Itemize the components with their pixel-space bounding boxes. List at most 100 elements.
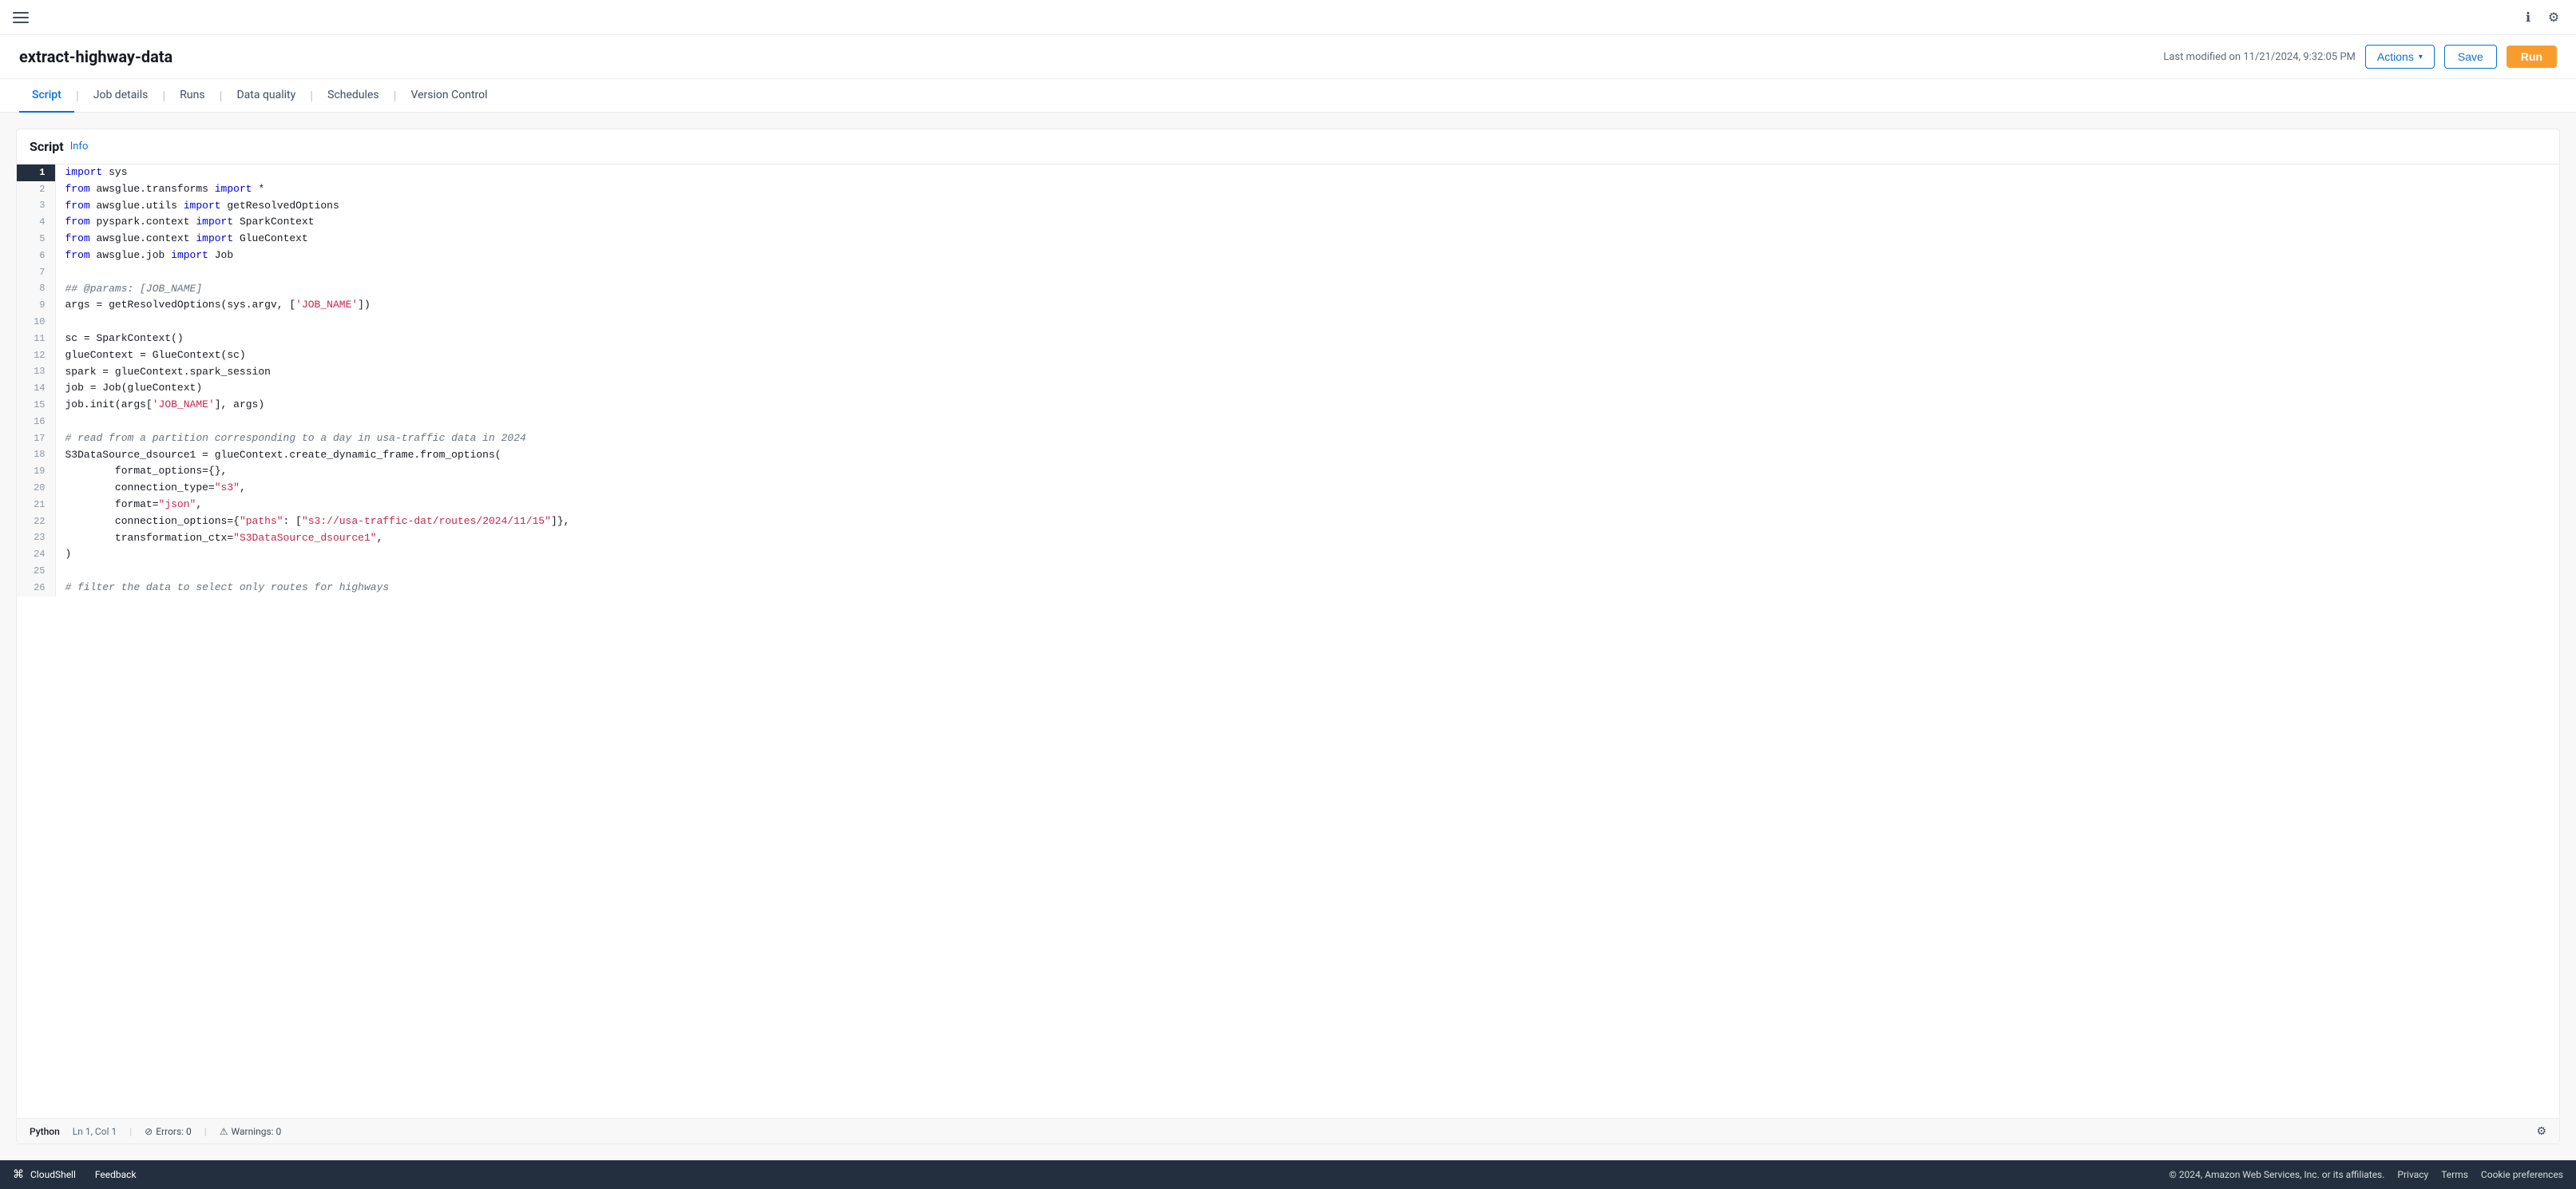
code-line-19: format_options={}, <box>55 463 2559 480</box>
settings-icon[interactable]: ⚙ <box>2544 8 2563 27</box>
cloudshell-label[interactable]: CloudShell <box>30 1169 76 1180</box>
line-number-24: 24 <box>17 546 55 563</box>
line-number-18: 18 <box>17 447 55 464</box>
code-line-23: transformation_ctx="S3DataSource_dsource… <box>55 530 2559 547</box>
code-line-8: ## @params: [JOB_NAME] <box>55 281 2559 298</box>
code-line-11: sc = SparkContext() <box>55 331 2559 347</box>
save-button[interactable]: Save <box>2444 45 2497 69</box>
code-line-16 <box>55 414 2559 430</box>
table-row: 14 job = Job(glueContext) <box>17 380 2559 397</box>
table-row: 9 args = getResolvedOptions(sys.argv, ['… <box>17 297 2559 314</box>
tab-data-quality[interactable]: Data quality <box>224 79 308 113</box>
hamburger-menu-icon[interactable] <box>13 10 29 26</box>
code-line-13: spark = glueContext.spark_session <box>55 364 2559 381</box>
table-row: 4 from pyspark.context import SparkConte… <box>17 214 2559 231</box>
language-indicator: Python <box>30 1126 60 1137</box>
status-settings-icon[interactable]: ⚙ <box>2536 1125 2546 1138</box>
status-divider-1: | <box>129 1126 132 1137</box>
code-line-20: connection_type="s3", <box>55 480 2559 497</box>
line-number-8: 8 <box>17 281 55 298</box>
table-row: 24 ) <box>17 546 2559 563</box>
status-bar: Python Ln 1, Col 1 | ⊘ Errors: 0 | ⚠ War… <box>17 1118 2559 1143</box>
cloudshell-icon: ⌘ <box>13 1168 24 1181</box>
table-row: 25 <box>17 563 2559 580</box>
tab-runs[interactable]: Runs <box>167 79 217 113</box>
tab-divider-3: | <box>220 88 223 103</box>
table-row: 11 sc = SparkContext() <box>17 331 2559 347</box>
code-line-18: S3DataSource_dsource1 = glueContext.crea… <box>55 447 2559 464</box>
table-row: 18 S3DataSource_dsource1 = glueContext.c… <box>17 447 2559 464</box>
table-row: 13 spark = glueContext.spark_session <box>17 364 2559 381</box>
tab-divider-5: | <box>394 88 397 103</box>
code-line-12: glueContext = GlueContext(sc) <box>55 347 2559 364</box>
code-line-15: job.init(args['JOB_NAME'], args) <box>55 397 2559 414</box>
cookie-preferences-link[interactable]: Cookie preferences <box>2481 1169 2563 1180</box>
code-line-24: ) <box>55 546 2559 563</box>
table-row: 20 connection_type="s3", <box>17 480 2559 497</box>
line-number-22: 22 <box>17 513 55 530</box>
tab-schedules[interactable]: Schedules <box>315 79 391 113</box>
code-line-21: format="json", <box>55 497 2559 513</box>
code-line-25 <box>55 563 2559 580</box>
table-row: 12 glueContext = GlueContext(sc) <box>17 347 2559 364</box>
code-line-3: from awsglue.utils import getResolvedOpt… <box>55 198 2559 215</box>
footer-left: ⌘ CloudShell <box>13 1168 76 1181</box>
table-row: 2 from awsglue.transforms import * <box>17 181 2559 198</box>
table-row: 26 # filter the data to select only rout… <box>17 580 2559 596</box>
line-number-26: 26 <box>17 580 55 596</box>
table-row: 6 from awsglue.job import Job <box>17 248 2559 264</box>
script-panel: Script Info 1 import sys 2 from awsglue.… <box>16 129 2560 1144</box>
code-line-9: args = getResolvedOptions(sys.argv, ['JO… <box>55 297 2559 314</box>
table-row: 10 <box>17 314 2559 331</box>
code-line-14: job = Job(glueContext) <box>55 380 2559 397</box>
table-row: 7 <box>17 264 2559 281</box>
line-number-16: 16 <box>17 414 55 430</box>
footer-right: © 2024, Amazon Web Services, Inc. or its… <box>2169 1169 2563 1180</box>
run-button[interactable]: Run <box>2507 46 2557 68</box>
script-panel-header: Script Info <box>17 129 2559 164</box>
warnings-label: Warnings: 0 <box>232 1126 282 1137</box>
table-row: 5 from awsglue.context import GlueContex… <box>17 231 2559 248</box>
line-number-6: 6 <box>17 248 55 264</box>
code-line-22: connection_options={"paths": ["s3://usa-… <box>55 513 2559 530</box>
tab-script[interactable]: Script <box>19 79 74 113</box>
job-title: extract-highway-data <box>19 47 172 66</box>
footer: ⌘ CloudShell Feedback © 2024, Amazon Web… <box>0 1160 2576 1189</box>
line-number-20: 20 <box>17 480 55 497</box>
page-header: extract-highway-data Last modified on 11… <box>0 35 2576 79</box>
feedback-label[interactable]: Feedback <box>95 1169 137 1180</box>
terms-link[interactable]: Terms <box>2441 1169 2468 1180</box>
code-line-1: import sys <box>55 164 2559 181</box>
line-number-2: 2 <box>17 181 55 198</box>
cursor-position: Ln 1, Col 1 <box>73 1126 117 1137</box>
copyright-text: © 2024, Amazon Web Services, Inc. or its… <box>2169 1169 2384 1180</box>
line-number-7: 7 <box>17 264 55 281</box>
line-number-12: 12 <box>17 347 55 364</box>
table-row: 8 ## @params: [JOB_NAME] <box>17 281 2559 298</box>
status-divider-2: | <box>204 1126 207 1137</box>
tab-job-details[interactable]: Job details <box>81 79 161 113</box>
code-line-5: from awsglue.context import GlueContext <box>55 231 2559 248</box>
main-content: Script Info 1 import sys 2 from awsglue.… <box>0 113 2576 1160</box>
script-info-badge[interactable]: Info <box>70 141 89 153</box>
line-number-17: 17 <box>17 430 55 447</box>
actions-button[interactable]: Actions ▾ <box>2365 45 2435 69</box>
code-line-26: # filter the data to select only routes … <box>55 580 2559 596</box>
tab-version-control[interactable]: Version Control <box>398 79 501 113</box>
table-row: 15 job.init(args['JOB_NAME'], args) <box>17 397 2559 414</box>
code-line-2: from awsglue.transforms import * <box>55 181 2559 198</box>
line-number-15: 15 <box>17 397 55 414</box>
top-bar: ℹ ⚙ <box>0 0 2576 35</box>
code-editor[interactable]: 1 import sys 2 from awsglue.transforms i… <box>17 164 2559 1118</box>
script-panel-title: Script <box>30 139 64 154</box>
warning-icon: ⚠ <box>220 1126 228 1137</box>
error-icon: ⊘ <box>145 1126 153 1137</box>
privacy-link[interactable]: Privacy <box>2397 1169 2428 1180</box>
info-icon[interactable]: ℹ <box>2519 8 2538 27</box>
code-line-17: # read from a partition corresponding to… <box>55 430 2559 447</box>
code-line-7 <box>55 264 2559 281</box>
tab-divider-1: | <box>76 88 79 103</box>
tab-divider-4: | <box>310 88 313 103</box>
table-row: 21 format="json", <box>17 497 2559 513</box>
last-modified-text: Last modified on 11/21/2024, 9:32:05 PM <box>2163 51 2356 63</box>
